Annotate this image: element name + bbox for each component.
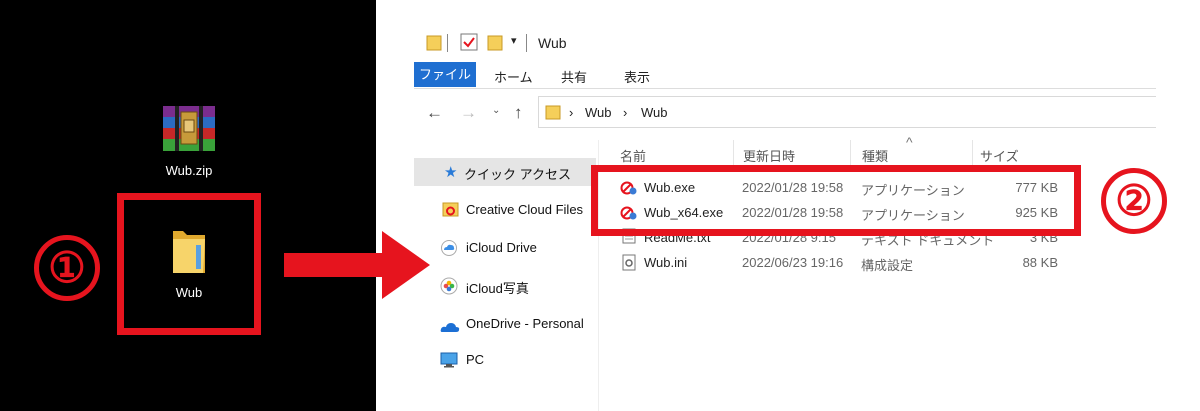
- sidebar-item-label: iCloud写真: [466, 281, 529, 296]
- address-folder-icon: [545, 103, 561, 125]
- pc-icon: [440, 352, 458, 372]
- column-divider: [972, 140, 973, 166]
- address-bar[interactable]: › Wub › Wub: [538, 96, 1156, 128]
- breadcrumb-separator-icon: ›: [569, 105, 574, 120]
- column-name[interactable]: 名前: [620, 146, 646, 165]
- navigation-bar: ← → ⌄ ↑ › Wub › Wub: [414, 96, 1156, 130]
- step-number-1: ①: [34, 235, 100, 301]
- file-list-header: 名前 更新日時 種類 ^ サイズ: [606, 134, 1166, 166]
- tab-share[interactable]: 共有: [561, 67, 587, 86]
- column-divider: [733, 140, 734, 166]
- back-arrow-icon[interactable]: ←: [426, 103, 443, 123]
- column-divider: [850, 140, 851, 166]
- onedrive-icon: [440, 318, 460, 337]
- ribbon-tabs: ファイル ホーム 共有 表示: [414, 62, 1174, 88]
- creative-cloud-icon: [442, 201, 459, 222]
- red-arrow: [284, 231, 430, 299]
- file-type: 構成設定: [861, 258, 914, 273]
- cloud-icon: [440, 240, 458, 260]
- qat-dropdown-icon[interactable]: ▾: [511, 34, 517, 47]
- ribbon-divider: [414, 88, 1156, 89]
- separator-icon: [447, 34, 448, 52]
- sidebar-item-icloud-photos[interactable]: iCloud写真: [414, 272, 596, 300]
- column-type[interactable]: 種類: [862, 146, 888, 165]
- recent-dropdown-icon[interactable]: ⌄: [492, 105, 500, 116]
- forward-arrow-icon[interactable]: →: [460, 103, 477, 123]
- sidebar-item-label: クイック アクセス: [464, 167, 571, 182]
- folder-quick-icon[interactable]: [426, 33, 442, 55]
- folder-label[interactable]: Wub: [140, 285, 238, 300]
- sort-ascending-icon: ^: [906, 134, 913, 150]
- sidebar-item-creative-cloud[interactable]: Creative Cloud Files: [414, 196, 596, 224]
- separator-icon: [526, 34, 527, 52]
- folder-icon[interactable]: [169, 225, 209, 277]
- breadcrumb-separator-icon: ›: [623, 105, 628, 120]
- sidebar-item-quick-access[interactable]: ★ クイック アクセス: [414, 158, 596, 186]
- settings-file-icon: [622, 254, 636, 275]
- zip-file-label[interactable]: Wub.zip: [140, 163, 238, 178]
- sidebar-item-label: PC: [466, 352, 485, 367]
- tab-file[interactable]: ファイル: [414, 62, 476, 87]
- sidebar-item-label: iCloud Drive: [466, 240, 537, 255]
- winrar-archive-icon[interactable]: [161, 104, 217, 154]
- properties-check-icon[interactable]: [460, 33, 478, 55]
- window-title: Wub: [538, 35, 567, 51]
- column-date[interactable]: 更新日時: [743, 146, 795, 165]
- file-name: Wub.ini: [644, 255, 688, 270]
- table-row[interactable]: Wub.ini 2022/06/23 19:16 構成設定 88 KB: [606, 251, 1066, 275]
- breadcrumb-item[interactable]: Wub: [641, 105, 668, 120]
- new-folder-icon[interactable]: [487, 33, 503, 55]
- sidebar-item-label: Creative Cloud Files: [466, 202, 584, 217]
- sidebar-item-label: OneDrive - Personal: [466, 316, 584, 331]
- title-bar: ▾ Wub: [420, 30, 1180, 58]
- column-size[interactable]: サイズ: [980, 146, 1019, 165]
- step-number-2: ②: [1101, 168, 1167, 234]
- sidebar-item-onedrive[interactable]: OneDrive - Personal: [414, 310, 596, 338]
- star-icon: ★: [444, 163, 458, 181]
- tab-view[interactable]: 表示: [624, 67, 650, 86]
- up-arrow-icon[interactable]: ↑: [514, 103, 523, 123]
- highlight-box-exe-files: [591, 165, 1081, 236]
- breadcrumb-item[interactable]: Wub: [585, 105, 612, 120]
- file-date: 2022/06/23 19:16: [742, 255, 844, 270]
- tab-home[interactable]: ホーム: [494, 67, 533, 86]
- sidebar-item-icloud-drive[interactable]: iCloud Drive: [414, 234, 596, 262]
- sidebar-item-pc[interactable]: PC: [414, 346, 596, 374]
- photos-icon: [440, 277, 458, 299]
- file-size: 88 KB: [1022, 255, 1058, 270]
